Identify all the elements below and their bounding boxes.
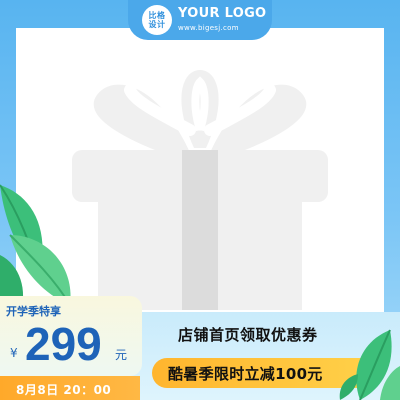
logo-title: YOUR LOGO (178, 6, 267, 21)
currency-symbol: ¥ (10, 346, 18, 360)
leaf-icon (339, 329, 400, 400)
logo-badge-line2: 设计 (148, 20, 166, 29)
time-text: 8月8日 20：00 (16, 383, 112, 397)
price-value: 299 (25, 318, 102, 370)
shop-coupon-text: 店铺首页领取优惠券 (178, 326, 318, 344)
logo-badge-line1: 比格 (148, 11, 166, 20)
gift-box-icon (72, 70, 328, 310)
logo-badge: 比格 设计 (142, 5, 172, 35)
leaf-icon (0, 184, 71, 315)
logo-url: www.bigesj.com (178, 24, 239, 32)
discount-text: 酷暑季限时立减100元 (168, 365, 323, 383)
price-unit: 元 (115, 348, 128, 362)
